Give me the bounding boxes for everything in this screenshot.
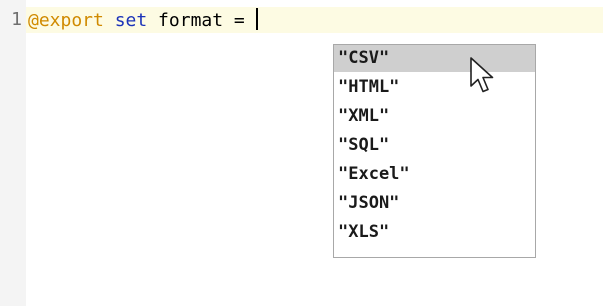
line-number: 1 <box>11 9 22 30</box>
autocomplete-option-xml[interactable]: "XML" <box>334 103 535 130</box>
autocomplete-option-json[interactable]: "JSON" <box>334 190 535 217</box>
autocomplete-option-xls[interactable]: "XLS" <box>334 219 535 246</box>
autocomplete-option-html[interactable]: "HTML" <box>334 74 535 101</box>
code-editor[interactable]: 1 @export set format = "CSV" "HTML" "XML… <box>0 0 603 306</box>
annotation-token: @export <box>28 10 104 31</box>
autocomplete-popup[interactable]: "CSV" "HTML" "XML" "SQL" "Excel" "JSON" … <box>333 44 536 258</box>
keyword-token: set <box>114 10 148 31</box>
line-number-gutter: 1 <box>0 0 26 306</box>
code-line[interactable]: @export set format = <box>28 8 258 32</box>
code-text-token: format = <box>147 10 256 31</box>
autocomplete-option-excel[interactable]: "Excel" <box>334 161 535 188</box>
text-caret <box>255 8 258 30</box>
autocomplete-option-sql[interactable]: "SQL" <box>334 132 535 159</box>
autocomplete-option-csv[interactable]: "CSV" <box>334 45 535 72</box>
mouse-pointer-icon <box>470 57 494 93</box>
